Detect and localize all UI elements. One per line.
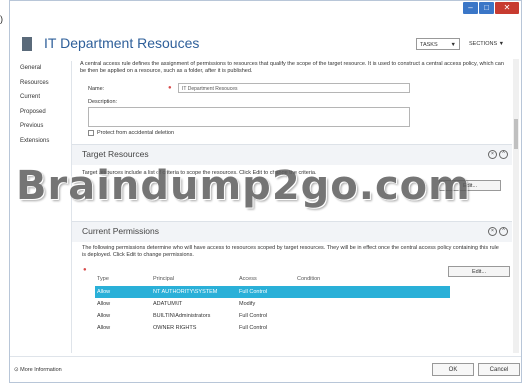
cell-condition (297, 286, 450, 298)
table-row[interactable]: Allow NT AUTHORITY\SYSTEM Full Control (95, 286, 450, 298)
vertical-scrollbar[interactable] (513, 59, 519, 353)
section-title: Current Permissions (82, 226, 159, 236)
header: IT Department Resouces TASKS ▼ SECTIONS … (20, 33, 515, 57)
table-row[interactable]: Allow BUILTIN\Administrators Full Contro… (95, 310, 450, 322)
close-icon[interactable]: × (488, 227, 497, 236)
more-information-label: More Information (20, 367, 62, 373)
close-button[interactable]: ✕ (495, 2, 519, 14)
description-input[interactable] (88, 107, 410, 127)
edit-permissions-button[interactable]: Edit... (448, 266, 510, 277)
required-icon: ● (83, 267, 87, 273)
table-header: Type Principal Access Condition (95, 272, 450, 286)
table-row[interactable]: Allow ADATUM\IT Modify (95, 298, 450, 310)
description-label: Description: (88, 99, 118, 105)
cell-condition (297, 298, 450, 310)
collapse-icon[interactable]: ^ (499, 227, 508, 236)
target-resources-header: Target Resources × ^ (72, 144, 512, 165)
name-input[interactable]: IT Department Resouces (178, 83, 410, 93)
tasks-dropdown[interactable]: TASKS ▼ (416, 38, 460, 50)
name-label: Name: (88, 86, 105, 92)
current-permissions-header: Current Permissions × ^ (72, 221, 512, 242)
sidebar-item-general[interactable]: General (20, 61, 68, 76)
cell-type: Allow (97, 301, 111, 307)
watermark-text: Braindump2go.com (16, 163, 471, 209)
protect-checkbox[interactable] (88, 130, 94, 136)
sidebar-item-current[interactable]: Current (20, 90, 68, 105)
cell-access: Full Control (239, 313, 268, 319)
rule-description-text: A central access rule defines the assign… (80, 61, 504, 74)
document-icon (22, 37, 32, 51)
table-row[interactable]: Allow OWNER RIGHTS Full Control (95, 322, 450, 334)
ok-button[interactable]: OK (432, 363, 474, 376)
sections-dropdown[interactable]: SECTIONS ▼ (469, 38, 504, 50)
protect-label: Protect from accidental deletion (97, 130, 175, 136)
cell-principal: OWNER RIGHTS (153, 325, 197, 331)
column-header-condition[interactable]: Condition (297, 272, 450, 286)
collapse-icon[interactable]: ^ (499, 150, 508, 159)
cancel-button[interactable]: Cancel (478, 363, 520, 376)
section-controls: × ^ (488, 150, 508, 159)
window-controls: – □ ✕ (463, 2, 519, 14)
dropdown-arrow-icon: ▼ (450, 42, 456, 48)
background-edge-glyph: ) (0, 14, 3, 24)
cell-type: Allow (97, 325, 111, 331)
cell-access: Modify (239, 301, 256, 307)
section-title: Target Resources (82, 149, 149, 159)
sidebar-item-extensions[interactable]: Extensions (20, 134, 68, 149)
required-icon: ● (168, 85, 172, 91)
sidebar-item-proposed[interactable]: Proposed (20, 105, 68, 120)
cell-condition (297, 310, 450, 322)
permissions-text: The following permissions determine who … (82, 245, 499, 258)
minimize-button[interactable]: – (463, 2, 478, 14)
section-nav: General Resources Current Proposed Previ… (20, 61, 68, 148)
column-header-access[interactable]: Access (239, 272, 297, 286)
maximize-button[interactable]: □ (479, 2, 494, 14)
cell-type: Allow (97, 289, 111, 295)
column-header-principal[interactable]: Principal (153, 272, 239, 286)
cell-type: Allow (97, 313, 111, 319)
cell-principal: BUILTIN\Administrators (153, 313, 211, 319)
column-header-type[interactable]: Type (95, 272, 153, 286)
cell-access: Full Control (239, 325, 268, 331)
cell-access: Full Control (239, 289, 268, 295)
permissions-table: Type Principal Access Condition Allow NT… (95, 272, 450, 334)
cell-condition (297, 322, 450, 334)
cell-principal: ADATUM\IT (153, 301, 183, 307)
sidebar-item-resources[interactable]: Resources (20, 76, 68, 91)
footer: ⊙ More Information OK Cancel (10, 356, 521, 383)
dropdown-arrow-icon: ▼ (498, 41, 505, 47)
tasks-label: TASKS (420, 42, 438, 48)
page-title: IT Department Resouces (44, 35, 200, 51)
more-information-toggle[interactable]: ⊙ More Information (14, 367, 62, 373)
sections-label: SECTIONS (469, 41, 498, 47)
properties-window: – □ ✕ IT Department Resouces TASKS ▼ SEC… (9, 0, 522, 383)
scroll-thumb[interactable] (514, 119, 518, 149)
cell-principal: NT AUTHORITY\SYSTEM (153, 289, 218, 295)
section-controls: × ^ (488, 227, 508, 236)
close-icon[interactable]: × (488, 150, 497, 159)
sidebar-item-previous[interactable]: Previous (20, 119, 68, 134)
